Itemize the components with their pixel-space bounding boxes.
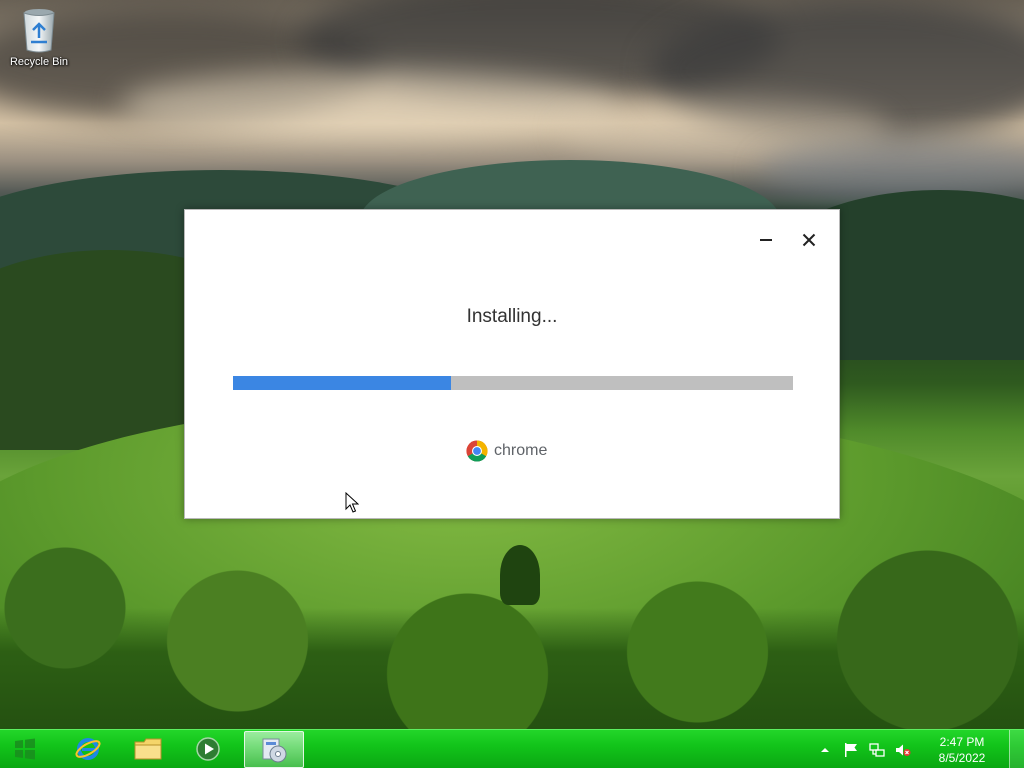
mouse-cursor-icon (345, 492, 359, 513)
close-button[interactable] (797, 228, 821, 252)
chrome-brand-name: chrome (494, 442, 548, 459)
minimize-button[interactable] (754, 228, 778, 252)
network-icon (869, 742, 885, 757)
recycle-bin-icon (23, 9, 55, 53)
windows-logo-icon (15, 738, 35, 760)
system-tray: 2:47 PM 8/5/2022 (812, 730, 1002, 768)
taskbar-clock[interactable]: 2:47 PM 8/5/2022 (922, 734, 1002, 766)
ie-icon (75, 738, 101, 760)
taskbar-file-explorer[interactable] (120, 732, 176, 766)
volume-muted-icon (896, 744, 911, 756)
desktop-background: Recycle Bin Installing... chrome 2:47 PM… (0, 0, 1024, 768)
desktop-icon-label: Recycle Bin (9, 56, 69, 68)
start-button[interactable] (0, 732, 50, 766)
clock-date: 8/5/2022 (938, 750, 986, 765)
taskbar-internet-explorer[interactable] (60, 732, 116, 766)
action-center-button[interactable] (842, 741, 860, 759)
flag-icon (845, 742, 857, 757)
cloud (120, 70, 620, 140)
chevron-up-icon (821, 747, 829, 752)
taskbar-media-player[interactable] (180, 732, 236, 766)
network-button[interactable] (868, 741, 886, 759)
media-player-icon (196, 737, 220, 761)
install-progress-bar (233, 376, 793, 390)
show-hidden-icons-button[interactable] (816, 741, 834, 759)
chrome-installer-window: Installing... chrome (184, 209, 840, 519)
clock-time: 2:47 PM (939, 734, 985, 749)
close-icon (802, 233, 816, 247)
cloud (760, 140, 1024, 200)
chrome-logo-icon (466, 440, 488, 462)
volume-button[interactable] (894, 741, 912, 759)
folder-icon (134, 738, 162, 760)
desktop-icon-recycle-bin[interactable]: Recycle Bin (6, 6, 72, 76)
installer-icon (262, 738, 287, 762)
minimize-icon (760, 239, 772, 241)
taskbar: 2:47 PM 8/5/2022 (0, 729, 1024, 768)
show-desktop-button[interactable] (1009, 730, 1024, 768)
taskbar-installer-active[interactable] (244, 731, 304, 768)
chrome-brand: chrome (466, 439, 547, 463)
lone-tree (500, 545, 540, 605)
install-progress-fill (233, 376, 452, 390)
install-status-text: Installing... (466, 306, 558, 327)
